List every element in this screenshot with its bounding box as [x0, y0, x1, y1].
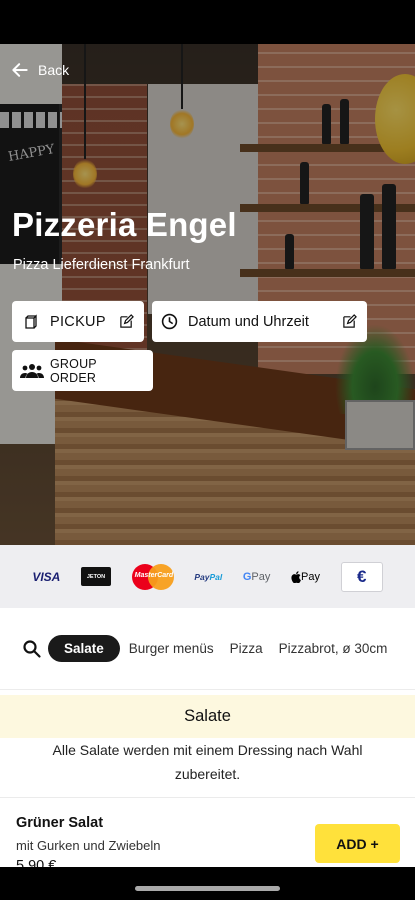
home-indicator[interactable]	[135, 886, 280, 891]
search-icon[interactable]	[22, 639, 42, 659]
restaurant-name: Pizzeria Engel	[12, 206, 237, 243]
payment-methods-bar: VISA JETON MasterCard Pay Pal G Pay Pay €	[0, 545, 415, 608]
divider	[0, 797, 415, 798]
bag-icon	[22, 313, 40, 331]
category-tabs: Salate Burger menüs Pizza Pizzabrot, ø 3…	[48, 635, 387, 662]
status-bar	[0, 0, 415, 44]
edit-icon	[343, 314, 357, 328]
cash-euro-icon: €	[340, 561, 383, 592]
date-time-button[interactable]: Datum und Uhrzeit	[152, 301, 367, 342]
category-tab-pizzabrot[interactable]: Pizzabrot, ø 30cm	[279, 635, 388, 662]
add-to-cart-button[interactable]: ADD +	[315, 824, 400, 863]
group-icon	[20, 362, 44, 380]
pickup-label: PICKUP	[50, 313, 106, 330]
mastercard-logo: MasterCard	[131, 563, 174, 590]
google-pay-logo: G Pay	[242, 570, 271, 583]
group-order-label: GROUP ORDER	[50, 356, 97, 385]
hero-image: HAPPY	[0, 44, 415, 545]
category-tab-salate[interactable]: Salate	[48, 635, 120, 662]
pickup-button[interactable]: PICKUP	[12, 301, 144, 342]
visa-logo: VISA	[32, 569, 61, 584]
back-label: Back	[38, 62, 70, 78]
section-description: Alle Salate werden mit einem Dressing na…	[52, 742, 363, 782]
menu-item-description: mit Gurken und Zwiebeln	[16, 838, 161, 853]
section-title: Salate	[0, 695, 415, 738]
date-time-label: Datum und Uhrzeit	[188, 313, 309, 330]
category-tab-pizza[interactable]: Pizza	[230, 635, 263, 662]
edit-icon	[120, 314, 134, 328]
category-tab-burger-menus[interactable]: Burger menüs	[129, 635, 214, 662]
app-screen: HAPPY Back Pizzeria Engel Pizza Lieferdi…	[0, 0, 415, 900]
clock-icon	[160, 313, 178, 331]
apple-icon	[291, 570, 301, 583]
arrow-left-icon	[12, 63, 28, 77]
paypal-logo: Pay Pal	[194, 571, 223, 582]
group-order-button[interactable]: GROUP ORDER	[12, 350, 153, 391]
apple-pay-logo: Pay	[291, 571, 320, 583]
back-button[interactable]: Back	[10, 60, 69, 80]
system-nav-bar	[0, 867, 415, 900]
category-nav: Salate Burger menüs Pizza Pizzabrot, ø 3…	[0, 608, 415, 690]
restaurant-tagline: Pizza Lieferdienst Frankfurt	[13, 257, 190, 273]
jeton-logo: JETON	[81, 567, 111, 586]
menu-item-name[interactable]: Grüner Salat	[16, 815, 103, 831]
